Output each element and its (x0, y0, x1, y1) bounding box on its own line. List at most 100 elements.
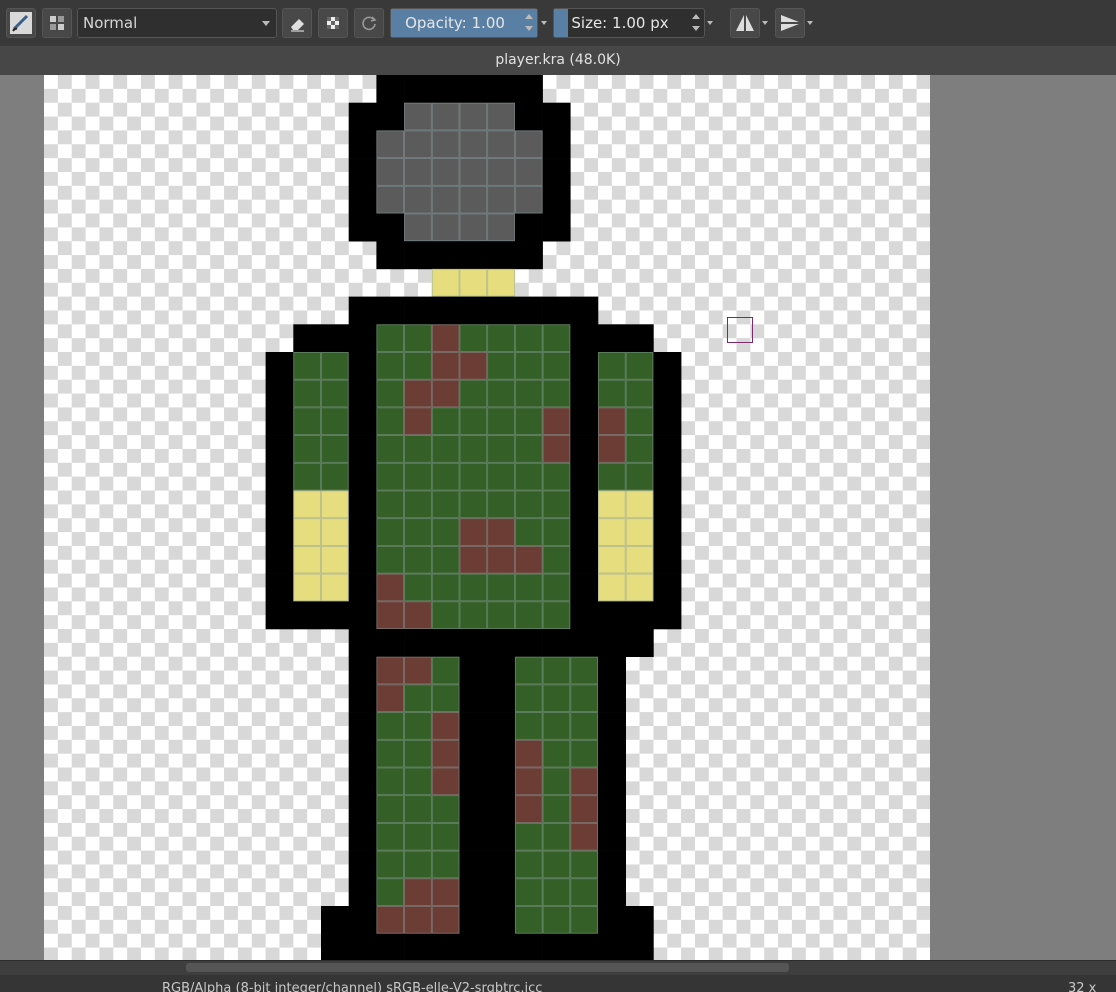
sprite-pixel (625, 379, 654, 408)
sprite-pixel (321, 545, 349, 574)
sprite-pixel (570, 352, 599, 380)
sprite-pixel (487, 545, 516, 574)
sprite-pixels (44, 75, 930, 960)
sprite-pixel (404, 822, 433, 851)
sprite-pixel (570, 324, 599, 353)
blend-mode-select[interactable]: Normal (77, 8, 277, 38)
preserve-alpha-button[interactable] (318, 8, 348, 38)
sprite-pixel (265, 435, 294, 464)
sprite-pixel (404, 795, 433, 824)
sprite-pixel (514, 850, 543, 879)
sprite-pixel (570, 712, 599, 741)
document-title[interactable]: player.kra (48.0K) (0, 46, 1116, 74)
pattern-button[interactable] (42, 8, 72, 38)
sprite-pixel (404, 684, 433, 713)
sprite-pixel (431, 684, 460, 713)
sprite-pixel (598, 795, 626, 824)
sprite-pixel (293, 462, 322, 491)
sprite-pixel (625, 629, 654, 657)
sprite-pixel (459, 767, 488, 796)
sprite-pixel (321, 933, 349, 960)
sprite-pixel (625, 324, 654, 353)
size-spin-arrows[interactable] (690, 11, 702, 35)
sprite-pixel (321, 379, 349, 408)
sprite-pixel (404, 102, 433, 131)
sprite-pixel (348, 296, 377, 325)
opacity-value: 1.00 (471, 14, 505, 32)
brush-preset-button[interactable] (6, 8, 36, 38)
sprite-pixel (542, 767, 571, 796)
opacity-spin-arrows[interactable] (523, 11, 535, 35)
sprite-pixel (404, 767, 433, 796)
opacity-dropdown-arrow[interactable] (539, 8, 549, 38)
sprite-pixel (542, 102, 571, 131)
sprite-pixel (459, 684, 488, 713)
sprite-pixel (459, 490, 488, 519)
sprite-pixel (625, 601, 654, 630)
sprite-pixel (321, 601, 349, 630)
sprite-pixel (625, 573, 654, 602)
sprite-pixel (265, 518, 294, 547)
document-tab-bar: player.kra (48.0K) (0, 46, 1116, 75)
sprite-pixel (570, 518, 599, 547)
sprite-pixel (487, 850, 516, 879)
sprite-pixel (404, 324, 433, 353)
sprite-pixel (348, 712, 377, 741)
sprite-pixel (598, 850, 626, 879)
mirror-vertical-button[interactable] (775, 8, 805, 38)
sprite-pixel (404, 573, 433, 602)
sprite-pixel (376, 795, 405, 824)
sprite-pixel (431, 767, 460, 796)
sprite-pixel (459, 573, 488, 602)
mirror-horizontal-dropdown-arrow[interactable] (760, 8, 770, 38)
sprite-pixel (514, 767, 543, 796)
sprite-pixel (487, 379, 516, 408)
sprite-pixel (321, 490, 349, 519)
sprite-pixel (514, 296, 543, 325)
sprite-pixel (321, 462, 349, 491)
sprite-pixel (376, 933, 405, 960)
horizontal-scrollbar[interactable] (0, 960, 1116, 975)
sprite-pixel (542, 545, 571, 574)
eraser-mode-button[interactable] (282, 8, 312, 38)
sprite-pixel (625, 518, 654, 547)
sprite-pixel (598, 518, 626, 547)
sprite-pixel (431, 878, 460, 907)
sprite-pixel (542, 629, 571, 657)
sprite-pixel (431, 158, 460, 187)
sprite-pixel (459, 656, 488, 685)
mirror-horizontal-button[interactable] (730, 8, 760, 38)
sprite-pixel (348, 601, 377, 630)
sprite-pixel (487, 185, 516, 214)
size-slider[interactable]: Size: 1.00 px (553, 8, 705, 38)
sprite-pixel (431, 518, 460, 547)
sprite-pixel (404, 352, 433, 380)
mirror-vertical-dropdown-arrow[interactable] (805, 8, 815, 38)
sprite-pixel (487, 822, 516, 851)
sprite-pixel (348, 878, 377, 907)
opacity-slider[interactable]: Opacity: 1.00 (390, 8, 538, 38)
sprite-pixel (570, 379, 599, 408)
sprite-pixel (514, 795, 543, 824)
sprite-pixel (348, 130, 377, 159)
sprite-pixel (404, 906, 433, 934)
sprite-pixel (376, 906, 405, 934)
sprite-pixel (653, 435, 682, 464)
sprite-pixel (487, 629, 516, 657)
scrollbar-thumb[interactable] (186, 963, 789, 972)
reload-preset-button[interactable] (354, 8, 384, 38)
sprite-pixel (376, 130, 405, 159)
sprite-pixel (487, 490, 516, 519)
sprite-pixel (514, 573, 543, 602)
sprite-pixel (348, 906, 377, 934)
sprite-pixel (459, 601, 488, 630)
sprite-pixel (431, 850, 460, 879)
image-canvas[interactable] (44, 75, 930, 960)
sprite-pixel (376, 435, 405, 464)
sprite-pixel (598, 573, 626, 602)
sprite-pixel (348, 545, 377, 574)
sprite-pixel (376, 545, 405, 574)
sprite-pixel (404, 130, 433, 159)
sprite-pixel (570, 878, 599, 907)
size-dropdown-arrow[interactable] (705, 8, 715, 38)
